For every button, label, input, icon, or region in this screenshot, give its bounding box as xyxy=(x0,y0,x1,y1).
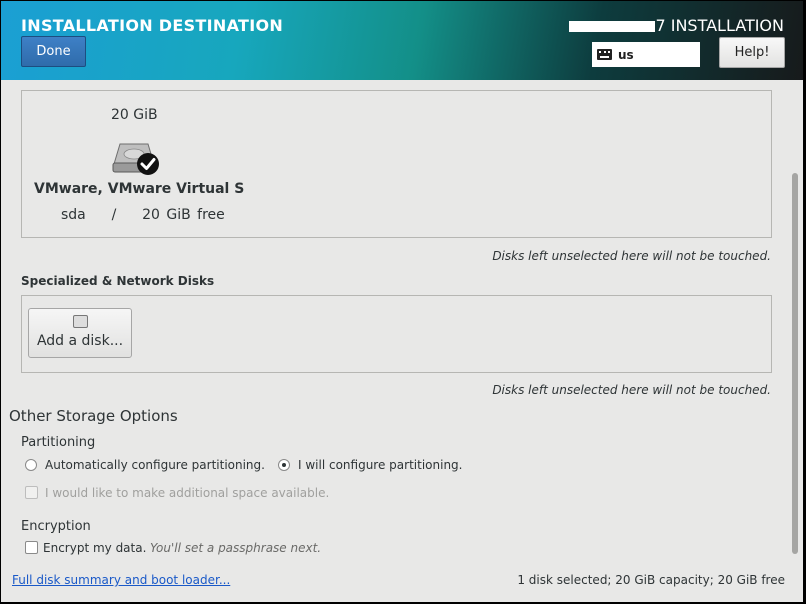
product-title: 7 INSTALLATION xyxy=(569,16,784,35)
product-title-suffix: 7 INSTALLATION xyxy=(655,16,784,35)
help-button[interactable]: Help! xyxy=(719,37,785,68)
add-disk-button[interactable]: Add a disk... xyxy=(28,308,132,358)
auto-partitioning-label[interactable]: Automatically configure partitioning. xyxy=(45,458,265,472)
specialized-disks-heading: Specialized & Network Disks xyxy=(21,274,215,288)
auto-partitioning-radio[interactable] xyxy=(25,459,37,471)
header-bar: INSTALLATION DESTINATION Done 7 INSTALLA… xyxy=(1,1,803,80)
manual-partitioning-label[interactable]: I will configure partitioning. xyxy=(298,458,462,472)
disk-icon xyxy=(73,315,88,328)
installer-window: INSTALLATION DESTINATION Done 7 INSTALLA… xyxy=(1,1,803,602)
disk-info-separator: / xyxy=(111,207,117,223)
encrypt-data-label[interactable]: Encrypt my data. xyxy=(43,541,146,555)
done-button[interactable]: Done xyxy=(21,36,86,67)
encryption-heading: Encryption xyxy=(21,519,91,534)
additional-space-checkbox[interactable] xyxy=(25,486,38,499)
disk-selection-status: 1 disk selected; 20 GiB capacity; 20 GiB… xyxy=(517,573,785,587)
manual-partitioning-radio[interactable] xyxy=(278,459,290,471)
encrypt-data-hint: You'll set a passphrase next. xyxy=(150,541,322,555)
additional-space-label: I would like to make additional space av… xyxy=(45,486,330,500)
disk-name: VMware, VMware Virtual S xyxy=(34,181,245,197)
disk-free-space: 20 GiB free xyxy=(142,207,225,223)
disk-size: 20 GiB xyxy=(111,107,158,123)
encrypt-data-checkbox[interactable] xyxy=(25,541,38,554)
keyboard-layout-indicator[interactable]: us xyxy=(592,42,700,67)
add-disk-label: Add a disk... xyxy=(36,333,124,349)
keyboard-layout-label: us xyxy=(618,47,634,62)
disk-device-name: sda xyxy=(61,207,86,223)
other-storage-heading: Other Storage Options xyxy=(9,407,178,425)
page-title: INSTALLATION DESTINATION xyxy=(21,16,284,35)
network-disks-note: Disks left unselected here will not be t… xyxy=(492,383,771,397)
scrollbar-thumb[interactable] xyxy=(792,173,798,554)
full-disk-summary-link[interactable]: Full disk summary and boot loader... xyxy=(12,573,230,587)
keyboard-icon xyxy=(597,49,612,60)
partitioning-heading: Partitioning xyxy=(21,435,96,450)
local-disks-note: Disks left unselected here will not be t… xyxy=(492,249,771,263)
specialized-disks-panel xyxy=(21,295,772,373)
disk-device-info: sda / 20 GiB free xyxy=(61,207,225,223)
redacted-product-name xyxy=(569,21,656,32)
main-content: 20 GiB VMware, VMware Virtual S sda / 20… xyxy=(1,80,803,602)
harddisk-selected-icon xyxy=(112,143,159,175)
